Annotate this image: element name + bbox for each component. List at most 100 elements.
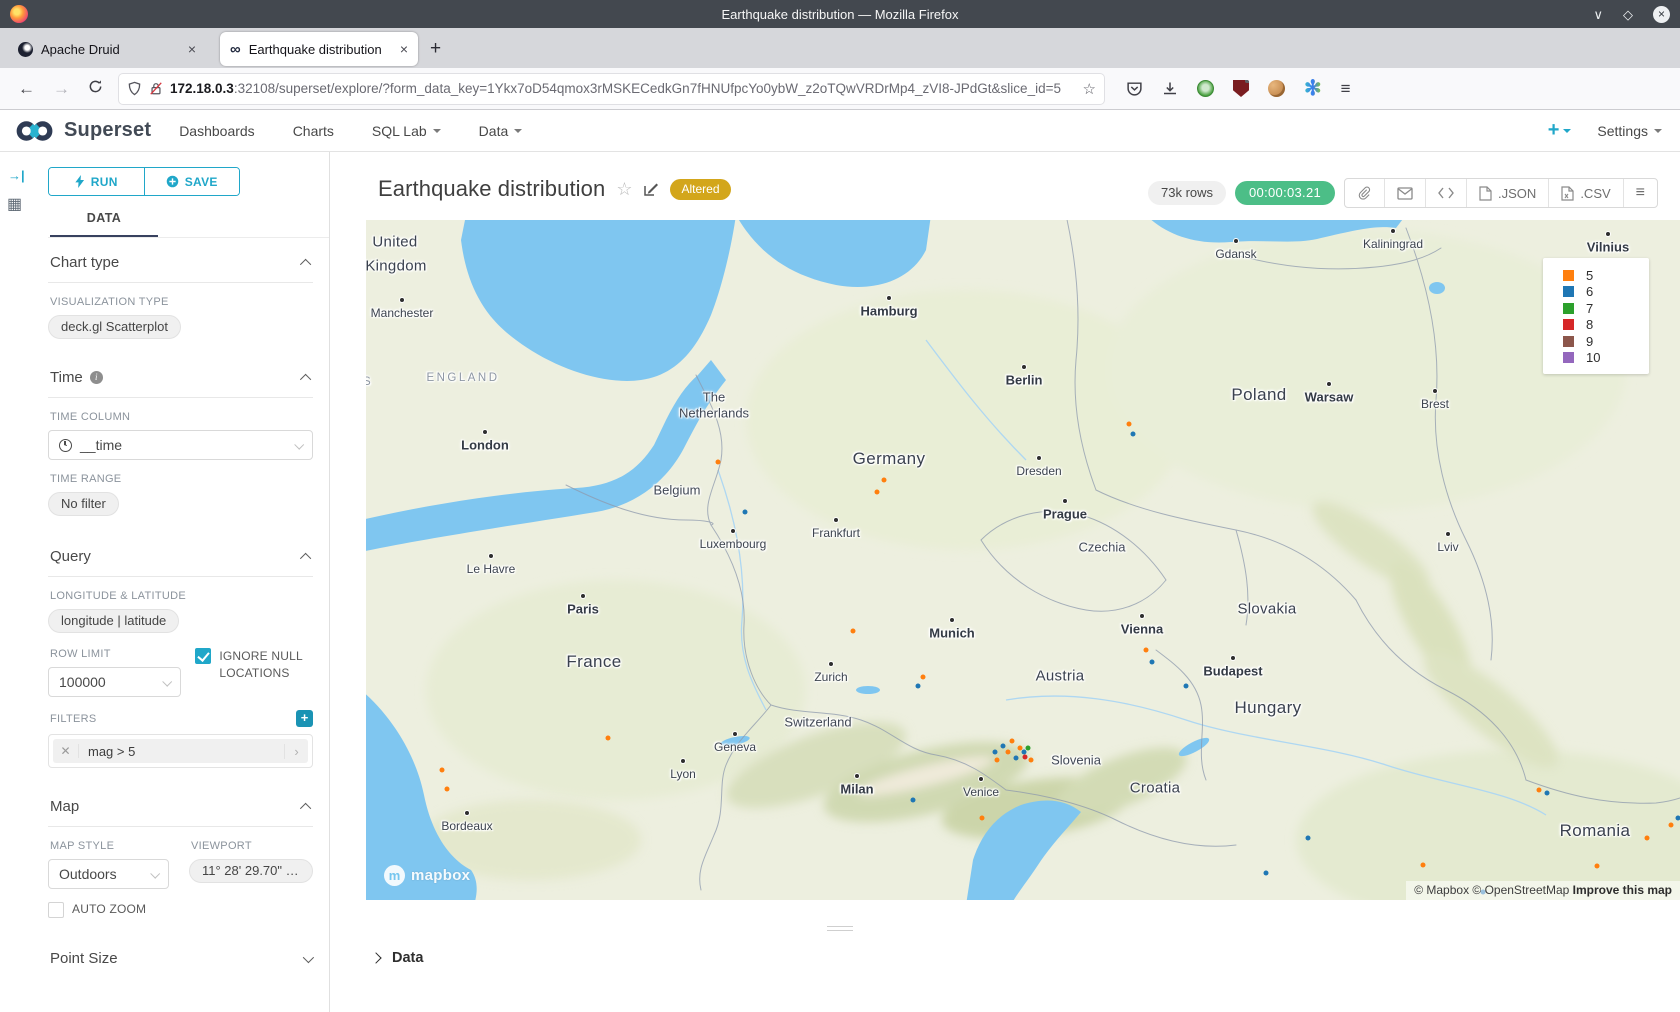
new-chart-button[interactable]: +	[1548, 119, 1572, 142]
row-limit-select[interactable]: 100000	[48, 667, 181, 697]
legend-item[interactable]: 6	[1563, 284, 1649, 301]
ignore-null-checkbox[interactable]	[195, 648, 211, 664]
earthquake-point[interactable]	[1131, 432, 1136, 437]
earthquake-point[interactable]	[1306, 836, 1311, 841]
earthquake-point[interactable]	[1150, 660, 1155, 665]
new-tab-button[interactable]: +	[430, 38, 441, 60]
earthquake-point[interactable]	[980, 816, 985, 821]
nav-item-sql-lab[interactable]: SQL Lab	[372, 123, 441, 139]
earthquake-point[interactable]	[921, 675, 926, 680]
map-attribution[interactable]: © Mapbox © OpenStreetMap Improve this ma…	[1406, 881, 1680, 900]
section-map[interactable]: Map	[48, 782, 313, 826]
earthquake-point[interactable]	[606, 736, 611, 741]
extension-asterisk-icon[interactable]: ✻	[1304, 78, 1322, 99]
earthquake-point[interactable]	[993, 750, 998, 755]
earthquake-point[interactable]	[1001, 744, 1006, 749]
legend-item[interactable]: 10	[1563, 350, 1649, 367]
earthquake-point[interactable]	[1023, 755, 1028, 760]
favorite-star-icon[interactable]: ☆	[616, 179, 632, 200]
edit-properties-icon[interactable]	[643, 181, 659, 197]
window-close-icon[interactable]: ×	[1653, 6, 1670, 23]
shield-icon[interactable]	[127, 81, 142, 96]
earthquake-point[interactable]	[851, 629, 856, 634]
add-filter-button[interactable]: +	[296, 710, 313, 727]
bookmark-star-icon[interactable]: ☆	[1083, 80, 1096, 98]
url-text[interactable]: 172.18.0.3:32108/superset/explore/?form_…	[170, 81, 1076, 96]
section-point-size[interactable]: Point Size	[48, 934, 313, 978]
panel-resize-handle[interactable]	[827, 926, 853, 934]
browser-tab-earthquake[interactable]: ∞ Earthquake distribution ×	[220, 32, 418, 66]
nav-item-dashboards[interactable]: Dashboards	[179, 123, 255, 139]
improve-map-link[interactable]: Improve this map	[1573, 883, 1672, 897]
download-icon[interactable]	[1162, 81, 1178, 97]
save-button[interactable]: SAVE	[145, 168, 240, 195]
nav-item-charts[interactable]: Charts	[293, 123, 334, 139]
settings-menu[interactable]: Settings	[1597, 123, 1662, 139]
cookie-icon[interactable]	[1268, 80, 1285, 97]
dataset-grid-icon[interactable]: ▦	[7, 194, 22, 214]
privacy-badger-icon[interactable]	[1197, 80, 1214, 97]
viz-type-value[interactable]: deck.gl Scatterplot	[48, 315, 181, 339]
earthquake-point[interactable]	[1006, 750, 1011, 755]
email-button[interactable]	[1384, 179, 1425, 207]
legend-item[interactable]: 9	[1563, 333, 1649, 350]
section-time[interactable]: Timei	[48, 353, 313, 397]
earthquake-point[interactable]	[1014, 756, 1019, 761]
legend-item[interactable]: 7	[1563, 300, 1649, 317]
export-csv-button[interactable]: .CSV	[1548, 179, 1622, 207]
earthquake-point[interactable]	[1127, 422, 1132, 427]
tab-data[interactable]: DATA	[50, 211, 158, 237]
window-maximize-icon[interactable]: ◇	[1623, 8, 1633, 21]
earthquake-point[interactable]	[1184, 684, 1189, 689]
edit-filter-chevron-icon[interactable]: ›	[284, 744, 308, 759]
viewport-value[interactable]: 11° 28' 29.70" | 50...	[189, 859, 313, 883]
copy-link-button[interactable]	[1345, 179, 1384, 207]
url-bar[interactable]: 172.18.0.3:32108/superset/explore/?form_…	[119, 74, 1104, 104]
earthquake-point[interactable]	[440, 768, 445, 773]
earthquake-point[interactable]	[1421, 863, 1426, 868]
legend-item[interactable]: 5	[1563, 267, 1649, 284]
chart-menu-button[interactable]: ≡	[1623, 179, 1657, 207]
map-style-select[interactable]: Outdoors	[48, 859, 169, 889]
earthquake-point[interactable]	[916, 684, 921, 689]
time-column-select[interactable]: __time	[48, 430, 313, 460]
filter-item[interactable]: ✕ mag > 5 ›	[53, 739, 308, 763]
embed-code-button[interactable]	[1425, 179, 1466, 207]
menu-icon[interactable]: ≡	[1341, 79, 1351, 99]
earthquake-point[interactable]	[1537, 788, 1542, 793]
run-button[interactable]: RUN	[49, 168, 145, 195]
earthquake-point[interactable]	[743, 510, 748, 515]
section-chart-type[interactable]: Chart type	[48, 238, 313, 282]
export-json-button[interactable]: .JSON	[1466, 179, 1548, 207]
earthquake-point[interactable]	[1676, 816, 1680, 821]
earthquake-point[interactable]	[882, 478, 887, 483]
section-query[interactable]: Query	[48, 532, 313, 576]
time-range-value[interactable]: No filter	[48, 492, 119, 516]
lock-insecure-icon[interactable]	[149, 81, 163, 96]
adblock-shield-icon[interactable]: 2	[1233, 80, 1249, 97]
remove-filter-icon[interactable]: ✕	[53, 744, 79, 758]
earthquake-point[interactable]	[1010, 739, 1015, 744]
browser-tab-druid[interactable]: Apache Druid ×	[8, 32, 206, 66]
earthquake-point[interactable]	[716, 460, 721, 465]
data-panel-toggle[interactable]: Data	[372, 950, 423, 966]
window-minimize-icon[interactable]: ∨	[1593, 8, 1603, 21]
mapbox-logo[interactable]: m mapbox	[384, 865, 470, 886]
earthquake-point[interactable]	[911, 798, 916, 803]
earthquake-point[interactable]	[1026, 746, 1031, 751]
map-canvas[interactable]: UnitedKingdomManchesterENGLANDESLondonLe…	[366, 220, 1680, 900]
pocket-icon[interactable]	[1126, 80, 1143, 97]
expand-dataset-panel-icon[interactable]: →|	[8, 168, 25, 183]
earthquake-point[interactable]	[1144, 648, 1149, 653]
superset-logo[interactable]: Superset	[14, 118, 151, 144]
auto-zoom-checkbox[interactable]	[48, 902, 64, 918]
earthquake-point[interactable]	[1264, 871, 1269, 876]
tab-close-icon[interactable]: ×	[400, 41, 408, 57]
earthquake-point[interactable]	[1029, 758, 1034, 763]
altered-badge[interactable]: Altered	[670, 179, 730, 200]
lonlat-value[interactable]: longitude | latitude	[48, 609, 179, 633]
earthquake-point[interactable]	[445, 787, 450, 792]
earthquake-point[interactable]	[1669, 823, 1674, 828]
earthquake-point[interactable]	[1645, 836, 1650, 841]
tab-close-icon[interactable]: ×	[188, 41, 196, 57]
